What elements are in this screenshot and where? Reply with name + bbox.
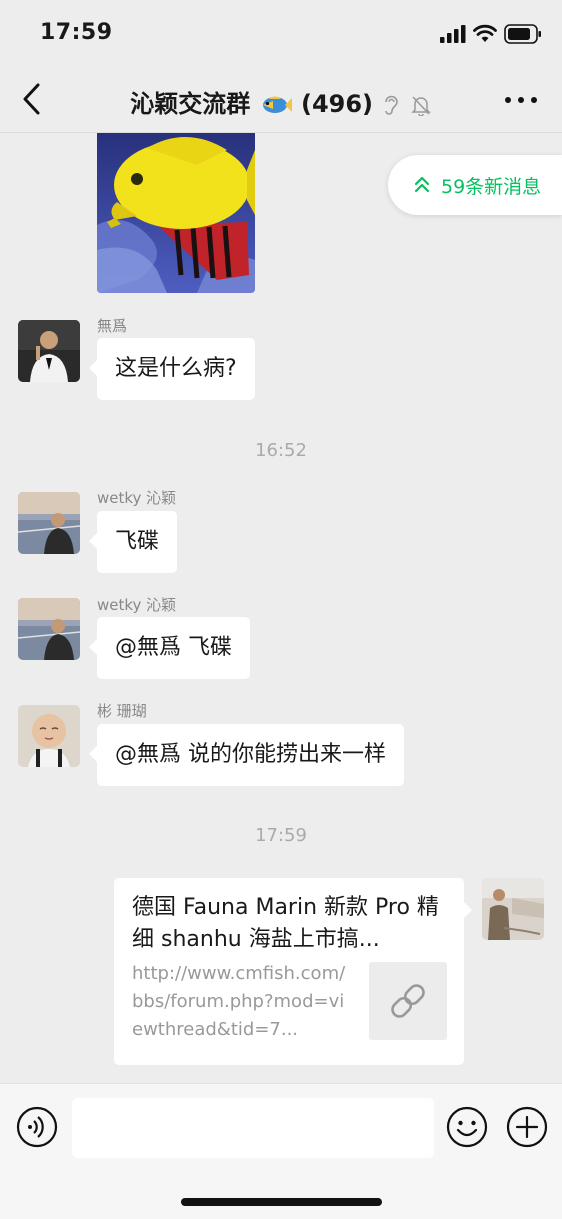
message-bubble[interactable]: @無爲 飞碟	[89, 617, 250, 679]
plus-icon[interactable]	[506, 1106, 548, 1148]
avatar[interactable]	[18, 492, 80, 554]
avatar[interactable]	[18, 705, 80, 767]
member-count: (496)	[300, 90, 374, 118]
link-url: http://www.cmfish.com/bbs/forum.php?mod=…	[132, 963, 346, 1040]
fish-photo[interactable]	[97, 133, 255, 293]
fish-emoji-icon	[262, 96, 292, 113]
my-avatar[interactable]	[482, 878, 544, 940]
ear-icon	[385, 95, 399, 115]
status-time: 17:59	[40, 20, 113, 45]
message-input[interactable]	[72, 1098, 434, 1158]
link-title: 德国 Fauna Marin 新款 Pro 精细 shanhu 海盐上市搞...	[132, 895, 439, 952]
battery-icon	[504, 24, 541, 44]
more-icon[interactable]	[504, 96, 538, 104]
sender-name: 無爲	[97, 317, 128, 335]
message-bubble[interactable]: 这是什么病?	[89, 338, 255, 400]
avatar[interactable]	[18, 598, 80, 660]
group-name: 沁颖交流群	[130, 90, 251, 118]
mute-bell-icon	[410, 96, 431, 117]
timestamp: 17:59	[255, 825, 307, 846]
voice-icon[interactable]	[16, 1106, 58, 1148]
timestamp: 16:52	[255, 440, 307, 461]
chat-header: 沁颖交流群 (496)	[0, 66, 562, 133]
link-thumbnail	[369, 962, 447, 1040]
sender-name: 彬 珊瑚	[97, 702, 147, 720]
home-indicator[interactable]	[181, 1198, 382, 1206]
avatar[interactable]	[18, 320, 80, 382]
link-icon	[391, 984, 425, 1018]
message-bubble[interactable]: @無爲 说的你能捞出来一样	[89, 724, 404, 786]
signal-icon	[440, 25, 466, 43]
chat-title: 沁颖交流群 (496)	[0, 84, 562, 119]
wifi-icon	[473, 24, 497, 42]
sender-name: wetky 沁颖	[97, 596, 177, 614]
new-messages-pill[interactable]: 59条新消息	[388, 155, 562, 215]
new-messages-label: 59条新消息	[441, 176, 542, 198]
message-bubble[interactable]: 飞碟	[88, 511, 178, 573]
link-card[interactable]: 德国 Fauna Marin 新款 Pro 精细 shanhu 海盐上市搞...…	[114, 878, 472, 1065]
emoji-icon[interactable]	[446, 1106, 488, 1148]
message-list[interactable]: 59条新消息 無爲 这是什么病? 16:52 wetky 沁颖 飞碟 wetky…	[0, 133, 562, 1083]
sender-name: wetky 沁颖	[97, 489, 177, 507]
double-chevron-up-icon	[414, 176, 430, 193]
status-bar: 17:59	[0, 0, 562, 66]
